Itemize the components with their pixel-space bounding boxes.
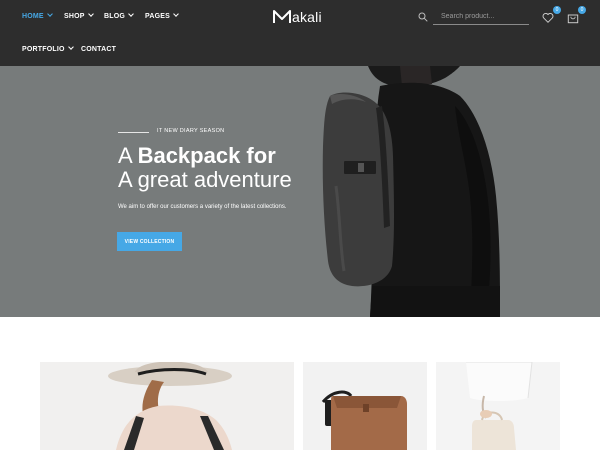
- nav-item-label: BLOG: [104, 13, 126, 20]
- hero-title-bold: Backpack for: [137, 143, 276, 168]
- cart-count-badge: 0: [578, 6, 586, 14]
- search-input[interactable]: [433, 9, 529, 25]
- hero-title: A Backpack for A great adventure: [118, 144, 292, 192]
- nav-item-label: PAGES: [145, 13, 170, 20]
- brown-bag-tile[interactable]: [303, 362, 427, 450]
- hero-model-backpack-image: [322, 66, 500, 317]
- nav-item-blog[interactable]: BLOG: [104, 11, 134, 20]
- view-collection-button[interactable]: VIEW COLLECTION: [117, 232, 182, 251]
- chevron-down-icon: [128, 11, 134, 17]
- wishlist-count-badge: 0: [553, 6, 561, 14]
- brown-bag-image: [303, 362, 427, 450]
- site-header: HOME SHOP BLOG PAGES PORTFOLIO CONTACT a…: [0, 0, 600, 66]
- nav-item-shop[interactable]: SHOP: [64, 11, 94, 20]
- hero-description: We aim to offer our customers a variety …: [118, 204, 287, 210]
- hero-title-line2: A great adventure: [118, 167, 292, 192]
- cart-icon: [567, 14, 579, 24]
- cart-button[interactable]: 0: [567, 6, 586, 25]
- nav-item-label: CONTACT: [81, 46, 117, 53]
- nav-item-home[interactable]: HOME: [22, 11, 53, 20]
- chevron-down-icon: [67, 44, 74, 50]
- chevron-down-icon: [46, 11, 53, 17]
- hero-title-light: A: [118, 143, 138, 168]
- nav-item-contact[interactable]: CONTACT: [81, 46, 116, 53]
- heart-icon: [542, 12, 554, 23]
- m-logo-icon: [273, 10, 291, 23]
- hero-banner: IT NEW DIARY SEASON A Backpack for A gre…: [0, 66, 600, 317]
- search-icon[interactable]: [418, 12, 428, 22]
- nav-item-portfolio[interactable]: PORTFOLIO: [22, 44, 74, 53]
- woman-hat-backpack-tile[interactable]: [40, 362, 294, 450]
- nav-item-label: SHOP: [64, 13, 85, 20]
- white-handbag-image: [436, 362, 560, 450]
- woman-hat-backpack-image: [40, 362, 294, 450]
- chevron-down-icon: [87, 11, 94, 17]
- nav-item-label: PORTFOLIO: [22, 46, 65, 53]
- hero-eyebrow: IT NEW DIARY SEASON: [157, 128, 225, 134]
- site-logo[interactable]: akali: [273, 9, 322, 25]
- logo-text: akali: [292, 9, 322, 25]
- white-handbag-tile[interactable]: [436, 362, 560, 450]
- nav-item-label: HOME: [22, 13, 44, 20]
- eyebrow-divider: [118, 132, 149, 133]
- chevron-down-icon: [173, 11, 179, 17]
- nav-item-pages[interactable]: PAGES: [145, 11, 179, 20]
- wishlist-button[interactable]: 0: [542, 6, 561, 25]
